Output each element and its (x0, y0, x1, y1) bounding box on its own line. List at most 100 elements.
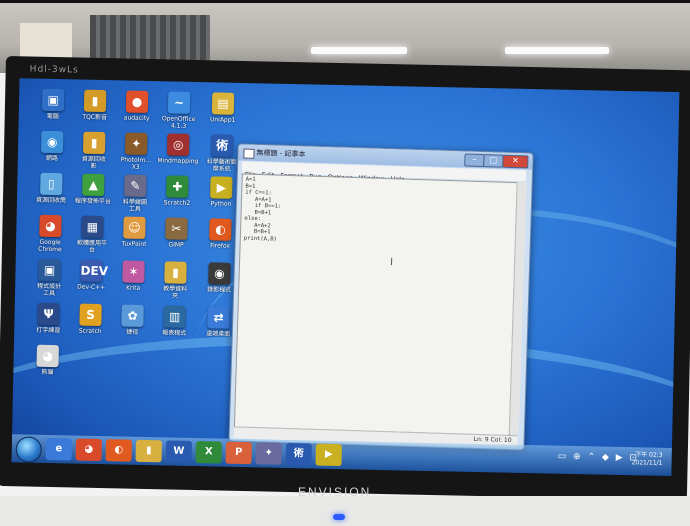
softapp-icon: ▦ (81, 215, 104, 239)
desktop-icon-tqc[interactable]: ▮ TQC影音 (73, 89, 118, 121)
firefox-icon: ◐ (209, 218, 232, 241)
taskbar-explorer-icon[interactable]: ▮ (135, 439, 162, 463)
panda-icon: ◕ (36, 344, 59, 368)
system-tray[interactable]: ▭ ⊕ ⌃ ◆ ▶ ⊡ (558, 452, 639, 464)
notepad-window[interactable]: 無標題 - 記事本 – □ ✕ FileEditFormatRunOptions… (228, 143, 534, 451)
remote-icon: ⇄ (207, 306, 230, 329)
maximize-button[interactable]: □ (483, 154, 504, 168)
publisher-icon: ▲ (82, 173, 105, 197)
notepad-text-area[interactable]: A=1 B=1 if C==1: A=A+1 if B==1: B=B+1 el… (233, 173, 518, 437)
taskbar-word-icon[interactable]: W (165, 440, 192, 463)
start-button[interactable] (15, 436, 43, 463)
desktop-icon-scratch[interactable]: S Scratch (68, 303, 113, 335)
krita-icon: ✶ (122, 260, 145, 283)
taskbar-ie-icon[interactable]: e (45, 437, 73, 461)
bezel-label: Hdl-3wLs (29, 64, 79, 76)
desktop-icon-openoffice[interactable]: ~ OpenOffice 4.1.3 (157, 91, 202, 130)
desktop-icon-drawtool[interactable]: ✎ 科學繪圖 工具 (113, 174, 158, 213)
folder1-icon: ▮ (82, 131, 106, 155)
ceiling-light (311, 47, 407, 54)
taskbar-powerpoint-icon[interactable]: P (225, 441, 252, 465)
taskbar-python-icon[interactable]: ▶ (315, 443, 342, 467)
ide-icon: ▣ (38, 258, 61, 282)
desktop-icon-tuxpaint[interactable]: ☺ TuxPaint (112, 216, 157, 248)
desktop-icon-krita[interactable]: ✶ Krita (111, 260, 156, 292)
desktop-icon-devcpp[interactable]: DEV Dev-C++ (69, 259, 114, 291)
shortcut-icon: ✿ (121, 304, 144, 327)
desktop-icon-label: 打字練習 (36, 326, 61, 335)
desktop-icon-label: 電腦 (46, 112, 59, 121)
clock-date: 2021/11/1 (631, 459, 663, 467)
drawtool-icon: ✎ (124, 174, 147, 197)
desktop-icon-folder1[interactable]: ▮ 資源回收 影 (72, 131, 117, 170)
desktop-icon-chrome[interactable]: ◕ Google Chrome (28, 214, 73, 254)
desktop-icon-label: Mindmapping (157, 157, 199, 166)
desktop-icon-label: 資源回收 影 (81, 155, 106, 170)
desktop-icon-label: 軟體應用平 台 (77, 239, 108, 254)
openoffice-icon: ~ (167, 91, 191, 114)
close-button[interactable]: ✕ (502, 154, 529, 169)
minimize-button[interactable]: – (464, 153, 485, 168)
desktop-icons: ▣ 電腦 ▮ TQC影音 ● audacity ~ OpenOffice 4.1.3 ▤ UniA… (20, 78, 680, 376)
power-led (333, 514, 345, 520)
mindmap-icon: ◎ (166, 133, 190, 156)
taskbar-excel-icon[interactable]: X (195, 441, 222, 464)
gimp-icon: ✂ (165, 217, 188, 240)
ceiling-light (505, 47, 609, 54)
desktop-icon-panda[interactable]: ◕ 熊貓 (25, 344, 70, 376)
scratch2-icon: ✚ (166, 175, 189, 198)
text-cursor-icon: I (389, 257, 394, 269)
photoimpact-icon: ✦ (124, 132, 148, 155)
desktop-icon-computer[interactable]: ▣ 電腦 (31, 88, 76, 121)
desktop-icon-label: PhotoIm... X3 (120, 156, 152, 171)
desktop-icon-label: Krita (126, 284, 141, 292)
notepad-title: 無標題 - 記事本 (256, 148, 306, 159)
tuxpaint-icon: ☺ (123, 216, 146, 239)
uniapp-icon: ▤ (211, 92, 235, 115)
art-icon: 術 (210, 134, 234, 157)
recycle-icon: ▯ (40, 172, 63, 196)
desktop-icon-softapp[interactable]: ▦ 軟體應用平 台 (70, 215, 115, 254)
desktop-icon-scratch2[interactable]: ✚ Scratch2 (155, 175, 200, 207)
desktop-icon-folder2[interactable]: ▮ 教學資料 夾 (153, 261, 198, 300)
typing-icon: Ψ (37, 302, 60, 326)
desktop-icon-label: TQC影音 (82, 113, 108, 122)
desktop-icon-mindmap[interactable]: ◎ Mindmapping (156, 133, 201, 165)
obs-icon: ◉ (208, 262, 231, 285)
monitor-brand-logo: ENVISION (298, 485, 372, 499)
desktop-icon-shortcut[interactable]: ✿ 捷徑 (110, 304, 155, 336)
desktop-icon-gimp[interactable]: ✂ GIMP (154, 217, 199, 249)
monitor-bezel: Hdl-3wLs ▣ 電腦 ▮ TQC影音 ● audacity ~ OpenOffice 4… (0, 56, 690, 501)
desktop-icon-label: 教學資料 夾 (163, 285, 188, 300)
scratch-icon: S (79, 303, 102, 327)
taskbar-firefox-icon[interactable]: ◐ (105, 439, 132, 462)
desktop-icon-network[interactable]: ◉ 網路 (30, 130, 75, 163)
desktop-icon-ide[interactable]: ▣ 程式設計 工具 (27, 258, 72, 298)
desktop-icon-report[interactable]: ▥ 報表程式 (152, 305, 197, 337)
desktop-icon-label: 捷徑 (126, 328, 139, 336)
desk-surface (0, 496, 690, 526)
desktop-icon-label: GIMP (168, 241, 184, 249)
python-icon: ▶ (210, 176, 233, 199)
desktop-icon-label: Google Chrome (38, 238, 62, 254)
desktop-icon-label: 程式設計 工具 (37, 282, 62, 298)
audacity-icon: ● (125, 90, 149, 113)
notepad-app-icon (243, 148, 255, 159)
desktop-icon-audacity[interactable]: ● audacity (115, 90, 160, 122)
desktop-icon-label: 資源回收筒 (35, 196, 67, 205)
devcpp-icon: DEV (80, 259, 108, 283)
desktop-icon-label: 報表程式 (162, 329, 187, 337)
taskbar-idle-icon[interactable]: ✦ (255, 442, 282, 465)
desktop-icon-typing[interactable]: Ψ 打字練習 (26, 302, 71, 334)
desktop-icon-photoimpact[interactable]: ✦ PhotoIm... X3 (114, 132, 159, 171)
desktop-icon-label: TuxPaint (121, 240, 147, 248)
desktop-icon-uniapp[interactable]: ▤ UniApp1 (201, 92, 246, 124)
taskbar-art-icon[interactable]: 術 (285, 442, 312, 466)
clock[interactable]: 下午 02:3 2021/11/1 (632, 451, 663, 468)
chrome-icon: ◕ (39, 214, 62, 238)
desktop-icon-label: Scratch (78, 327, 102, 336)
desktop-icon-recycle[interactable]: ▯ 資源回收筒 (29, 172, 74, 205)
taskbar-chrome-icon[interactable]: ◕ (75, 438, 102, 462)
desktop-icon-label: 程序發佈平台 (74, 197, 112, 206)
desktop-icon-publisher[interactable]: ▲ 程序發佈平台 (71, 173, 116, 205)
